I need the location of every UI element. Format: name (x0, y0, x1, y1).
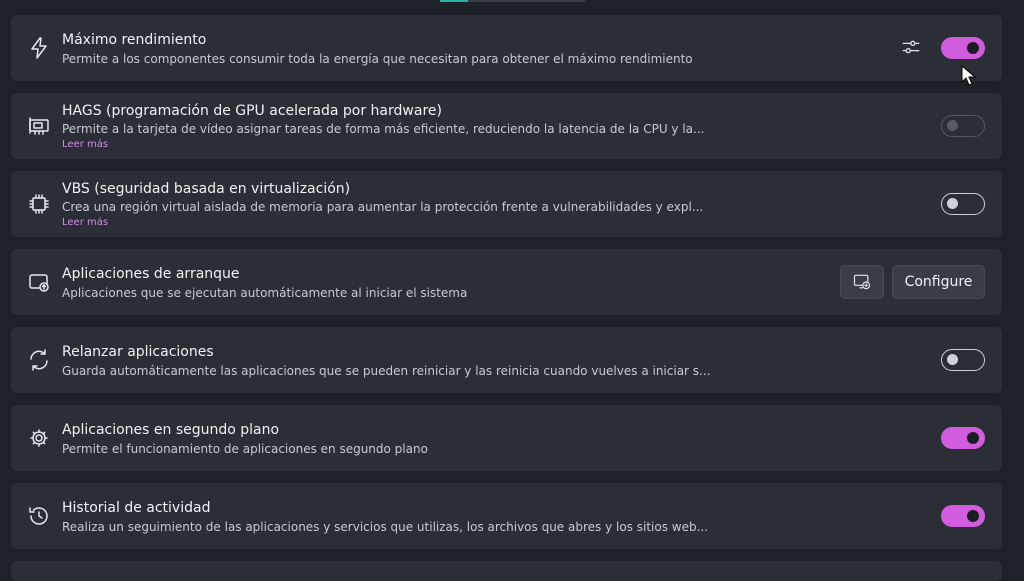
setting-card-hags: HAGS (programación de GPU acelerada por … (11, 93, 1002, 159)
relaunch-apps-toggle[interactable] (941, 349, 985, 371)
tab-accent (440, 0, 468, 2)
setting-title: VBS (seguridad basada en virtualización) (62, 181, 351, 197)
setting-description: Permite a los componentes consumir toda … (62, 52, 693, 66)
setting-description: Realiza un seguimiento de las aplicacion… (62, 520, 709, 534)
setting-description: Permite el funcionamiento de aplicacione… (62, 442, 428, 456)
setting-description: Guarda automáticamente las aplicaciones … (62, 364, 711, 378)
startup-apps-icon (26, 269, 52, 295)
max-performance-toggle[interactable] (941, 37, 985, 59)
setting-title: Máximo rendimiento (62, 32, 207, 48)
setting-description: Aplicaciones que se ejecutan automáticam… (62, 286, 468, 300)
toggle-knob (967, 42, 979, 54)
setting-description: Permite a la tarjeta de vídeo asignar ta… (62, 122, 705, 136)
setting-title: HAGS (programación de GPU acelerada por … (62, 103, 442, 119)
add-startup-icon (853, 274, 871, 290)
setting-description: Crea una región virtual aislada de memor… (62, 200, 704, 214)
sliders-icon[interactable] (900, 36, 924, 60)
chip-icon (26, 191, 52, 217)
setting-card-relaunch-apps: Relanzar aplicaciones Guarda automáticam… (11, 327, 1002, 393)
mouse-cursor-icon (961, 65, 977, 86)
toggle-knob (967, 432, 979, 444)
setting-card-activity-history: Historial de actividad Realiza un seguim… (11, 483, 1002, 549)
lightning-icon (26, 35, 52, 61)
add-startup-button[interactable] (840, 265, 884, 299)
gpu-icon (26, 113, 52, 139)
setting-title: Relanzar aplicaciones (62, 344, 214, 360)
background-apps-toggle[interactable] (941, 427, 985, 449)
top-tab-indicator (440, 0, 585, 2)
setting-card-background-apps: Aplicaciones en segundo plano Permite el… (11, 405, 1002, 471)
restart-icon (26, 347, 52, 373)
read-more-link[interactable]: Leer más (62, 217, 108, 228)
setting-card-partial (11, 561, 1002, 581)
setting-title: Historial de actividad (62, 500, 211, 516)
background-apps-icon (26, 425, 52, 451)
vbs-toggle[interactable] (941, 193, 985, 215)
setting-card-vbs: VBS (seguridad basada en virtualización)… (11, 171, 1002, 237)
history-icon (26, 503, 52, 529)
hags-toggle[interactable] (941, 115, 985, 137)
activity-history-toggle[interactable] (941, 505, 985, 527)
toggle-knob (947, 120, 958, 131)
setting-card-startup-apps: Aplicaciones de arranque Aplicaciones qu… (11, 249, 1002, 315)
configure-button[interactable]: Configure (892, 265, 985, 299)
toggle-knob (947, 198, 958, 209)
setting-title: Aplicaciones en segundo plano (62, 422, 280, 438)
setting-card-max-performance: Máximo rendimiento Permite a los compone… (11, 15, 1002, 86)
toggle-knob (967, 510, 979, 522)
read-more-link[interactable]: Leer más (62, 139, 108, 150)
toggle-knob (947, 354, 958, 365)
setting-title: Aplicaciones de arranque (62, 266, 240, 282)
